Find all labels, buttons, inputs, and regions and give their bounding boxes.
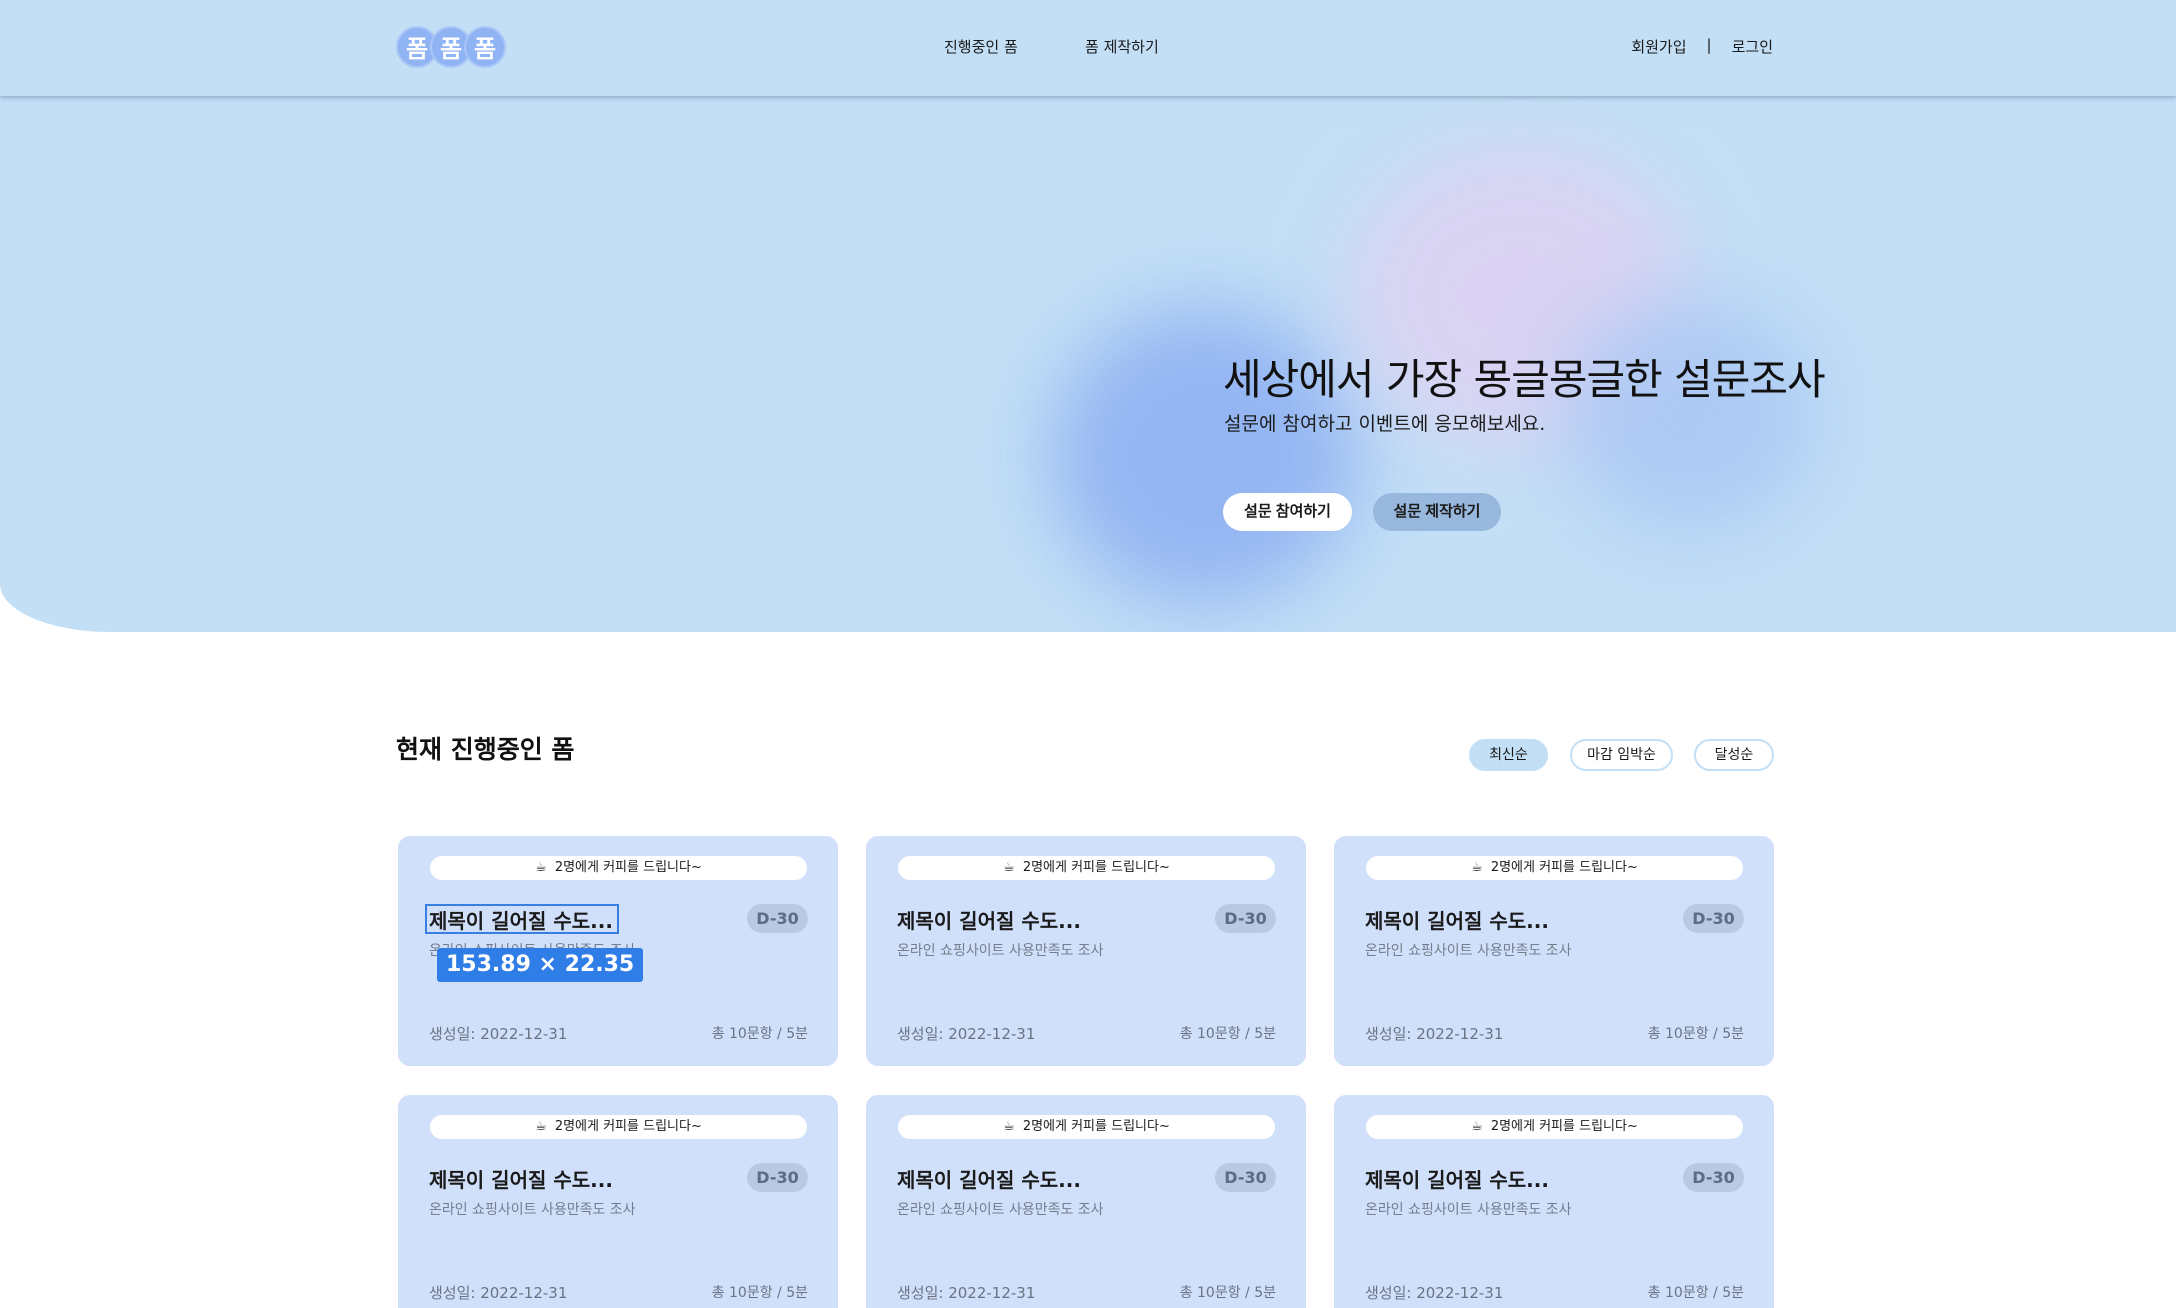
card-created-date: 생성일: 2022-12-31 — [897, 1284, 1036, 1302]
top-nav-bar: 폼 폼 폼 진행중인 폼 폼 제작하기 회원가입 | 로그인 — [0, 0, 2176, 96]
reward-text: 2명에게 커피를 드립니다~ — [554, 1119, 702, 1134]
sort-latest-button[interactable]: 최신순 — [1469, 739, 1548, 771]
form-card[interactable]: ☕ 2명에게 커피를 드립니다~ 제목이 길어질 수도... D-30 온라인 쇼… — [1334, 836, 1774, 1066]
card-question-info: 총 10문항 / 5분 — [711, 1026, 808, 1042]
d-day-badge: D-30 — [747, 1163, 808, 1192]
logo-circle: 폼 — [464, 26, 506, 68]
reward-text: 2명에게 커피를 드립니다~ — [554, 860, 702, 875]
form-card[interactable]: ☕ 2명에게 커피를 드립니다~ 제목이 길어질 수도... D-30 온라인 쇼… — [866, 1095, 1306, 1308]
card-question-info: 총 10문항 / 5분 — [1179, 1026, 1276, 1042]
form-card[interactable]: ☕ 2명에게 커피를 드립니다~ 제목이 길어질 수도... D-30 온라인 쇼… — [866, 836, 1306, 1066]
nav-ongoing-forms[interactable]: 진행중인 폼 — [944, 36, 1018, 57]
card-created-date: 생성일: 2022-12-31 — [429, 1025, 568, 1043]
card-question-info: 총 10문항 / 5분 — [1647, 1285, 1744, 1301]
coffee-icon: ☕ — [1003, 1119, 1015, 1134]
reward-text: 2명에게 커피를 드립니다~ — [1490, 1119, 1638, 1134]
hero-gradient-blob — [1560, 296, 1820, 536]
coffee-icon: ☕ — [1471, 1119, 1483, 1134]
d-day-badge: D-30 — [747, 904, 808, 933]
logo[interactable]: 폼 폼 폼 — [396, 26, 506, 68]
card-question-info: 총 10문항 / 5분 — [1647, 1026, 1744, 1042]
hero-subtitle: 설문에 참여하고 이벤트에 응모해보세요. — [1224, 413, 1546, 435]
card-created-date: 생성일: 2022-12-31 — [1365, 1025, 1504, 1043]
form-card[interactable]: ☕ 2명에게 커피를 드립니다~ 제목이 길어질 수도... D-30 온라인 쇼… — [398, 1095, 838, 1308]
auth-links: 회원가입 | 로그인 — [1631, 36, 1773, 57]
card-created-date: 생성일: 2022-12-31 — [1365, 1284, 1504, 1302]
hero-title: 세상에서 가장 몽글몽글한 설문조사 — [1223, 355, 1826, 404]
card-title: 제목이 길어질 수도... — [1365, 909, 1549, 933]
inspector-size-label: 153.89 × 22.35 — [437, 948, 644, 982]
card-created-date: 생성일: 2022-12-31 — [897, 1025, 1036, 1043]
coffee-icon: ☕ — [1003, 860, 1015, 875]
card-title: 제목이 길어질 수도... — [429, 1168, 613, 1192]
coffee-icon: ☕ — [535, 860, 547, 875]
reward-banner: ☕ 2명에게 커피를 드립니다~ — [898, 856, 1275, 880]
d-day-badge: D-30 — [1215, 1163, 1276, 1192]
reward-banner: ☕ 2명에게 커피를 드립니다~ — [1366, 1115, 1743, 1139]
coffee-icon: ☕ — [535, 1119, 547, 1134]
card-question-info: 총 10문항 / 5분 — [1179, 1285, 1276, 1301]
section-title: 현재 진행중인 폼 — [396, 735, 575, 764]
join-survey-button[interactable]: 설문 참여하기 — [1223, 493, 1352, 531]
form-card[interactable]: ☕ 2명에게 커피를 드립니다~ 제목이 길어질 수도... D-30 온라인 쇼… — [1334, 1095, 1774, 1308]
card-description: 온라인 쇼핑사이트 사용만족도 조사 — [429, 1202, 636, 1218]
reward-banner: ☕ 2명에게 커피를 드립니다~ — [430, 1115, 807, 1139]
sort-deadline-button[interactable]: 마감 임박순 — [1570, 739, 1673, 771]
reward-banner: ☕ 2명에게 커피를 드립니다~ — [430, 856, 807, 880]
nav-create-form[interactable]: 폼 제작하기 — [1085, 36, 1159, 57]
signup-link[interactable]: 회원가입 — [1631, 36, 1686, 57]
d-day-badge: D-30 — [1215, 904, 1276, 933]
login-link[interactable]: 로그인 — [1732, 36, 1773, 57]
card-title: 제목이 길어질 수도... — [897, 1168, 1081, 1192]
card-description: 온라인 쇼핑사이트 사용만족도 조사 — [1365, 943, 1572, 959]
sort-achievement-button[interactable]: 달성순 — [1694, 739, 1774, 771]
hero-banner: 세상에서 가장 몽글몽글한 설문조사 설문에 참여하고 이벤트에 응모해보세요.… — [0, 96, 2176, 632]
auth-separator: | — [1706, 36, 1712, 54]
card-title: 제목이 길어질 수도... — [897, 909, 1081, 933]
card-description: 온라인 쇼핑사이트 사용만족도 조사 — [897, 943, 1104, 959]
d-day-badge: D-30 — [1683, 1163, 1744, 1192]
card-description: 온라인 쇼핑사이트 사용만족도 조사 — [897, 1202, 1104, 1218]
reward-text: 2명에게 커피를 드립니다~ — [1490, 860, 1638, 875]
reward-text: 2명에게 커피를 드립니다~ — [1022, 1119, 1170, 1134]
page: 폼 폼 폼 진행중인 폼 폼 제작하기 회원가입 | 로그인 세상에서 가장 몽… — [0, 0, 2176, 1308]
card-title: 제목이 길어질 수도... — [429, 909, 613, 933]
coffee-icon: ☕ — [1471, 860, 1483, 875]
reward-banner: ☕ 2명에게 커피를 드립니다~ — [898, 1115, 1275, 1139]
card-description: 온라인 쇼핑사이트 사용만족도 조사 — [1365, 1202, 1572, 1218]
create-survey-button[interactable]: 설문 제작하기 — [1373, 493, 1501, 531]
reward-text: 2명에게 커피를 드립니다~ — [1022, 860, 1170, 875]
reward-banner: ☕ 2명에게 커피를 드립니다~ — [1366, 856, 1743, 880]
card-question-info: 총 10문항 / 5분 — [711, 1285, 808, 1301]
card-title: 제목이 길어질 수도... — [1365, 1168, 1549, 1192]
card-created-date: 생성일: 2022-12-31 — [429, 1284, 568, 1302]
d-day-badge: D-30 — [1683, 904, 1744, 933]
